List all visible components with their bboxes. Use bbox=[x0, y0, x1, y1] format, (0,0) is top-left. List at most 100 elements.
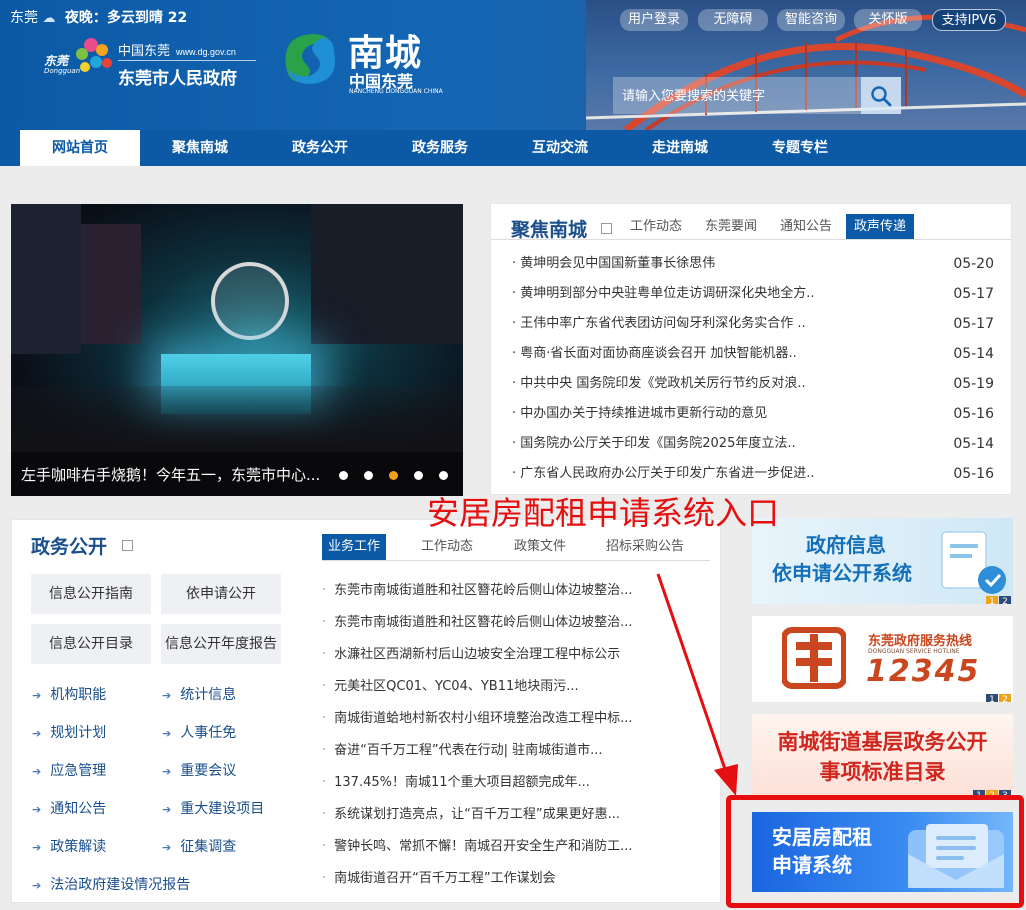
arrow-icon: ➔ bbox=[162, 841, 172, 854]
nav-interaction[interactable]: 互动交流 bbox=[500, 130, 620, 166]
hotline-title: 东莞政府服务热线 bbox=[868, 634, 973, 649]
site-header: 东莞 ☁ 夜晚：多云到晴 22 用户登录 无障碍 智能咨询 关怀版 支持IPV6… bbox=[0, 0, 1026, 130]
news-row[interactable]: · 黄坤明会见中国国新董事长徐思伟 05-20 bbox=[512, 253, 994, 275]
list-item[interactable]: · 水濂社区西湖新村后山边坡安全治理工程中标公示 bbox=[322, 644, 672, 666]
slider-caption[interactable]: 左手咖啡右手烧鹅！今年五一，东莞市中心... bbox=[21, 464, 341, 485]
tab-notices[interactable]: 通知公告 bbox=[780, 214, 832, 239]
search-button[interactable] bbox=[861, 77, 901, 114]
btn-disclosure-catalog[interactable]: 信息公开目录 bbox=[31, 624, 151, 664]
nav-special-topics[interactable]: 专题专栏 bbox=[740, 130, 860, 166]
dongguan-gov-logo[interactable]: 东莞 Dongguan 中国东莞 www.dg.gov.cn 东莞市人民政府 bbox=[44, 38, 259, 89]
annotation-arrow-icon bbox=[656, 573, 738, 796]
link-org-functions[interactable]: ➔ 机构职能 bbox=[32, 684, 106, 704]
nav-gov-services[interactable]: 政务服务 bbox=[380, 130, 500, 166]
tab-work-dynamics[interactable]: 工作动态 bbox=[630, 214, 682, 239]
slider-dot[interactable] bbox=[339, 471, 348, 480]
nancheng-logo[interactable]: 南城 中国东莞 NANCHENG DONGGUAN CHINA bbox=[276, 24, 446, 96]
slider-dot[interactable] bbox=[414, 471, 423, 480]
list-item[interactable]: · 东莞市南城街道胜和社区簪花岭后侧山体边坡整治... bbox=[322, 612, 672, 634]
tab-work-dynamics[interactable]: 工作动态 bbox=[421, 534, 473, 560]
ipv6-badge: 支持IPV6 bbox=[932, 9, 1006, 31]
tab-policy-docs[interactable]: 政策文件 bbox=[514, 534, 566, 560]
annotation-highlight-box bbox=[726, 795, 1024, 908]
search-icon bbox=[871, 85, 892, 106]
news-slider[interactable]: 左手咖啡右手烧鹅！今年五一，东莞市中心... bbox=[11, 204, 463, 496]
accessibility-link[interactable]: 无障碍 bbox=[698, 9, 768, 31]
banner-12345-hotline[interactable]: 东莞政府服务热线 DONGGUAN SERVICE HOTLINE 12345 … bbox=[752, 616, 1013, 702]
tab-business-work[interactable]: 业务工作 bbox=[322, 534, 387, 560]
news-row[interactable]: · 中共中央 国务院印发《党政机关厉行节约反对浪.. 05-19 bbox=[512, 373, 994, 395]
link-statistics[interactable]: ➔ 统计信息 bbox=[162, 684, 236, 704]
banner-info-disclosure-system[interactable]: 政府信息 依申请公开系统 12 bbox=[752, 518, 1013, 604]
hotline-number: 12345 bbox=[866, 654, 981, 689]
btn-disclosure-guide[interactable]: 信息公开指南 bbox=[31, 574, 151, 614]
tab-procurement[interactable]: 招标采购公告 bbox=[606, 534, 684, 560]
list-item[interactable]: · 警钟长鸣、常抓不懈！南城召开安全生产和消防工... bbox=[322, 836, 672, 858]
link-plans[interactable]: ➔ 规划计划 bbox=[32, 722, 106, 742]
more-icon[interactable] bbox=[122, 540, 133, 551]
nav-home[interactable]: 网站首页 bbox=[20, 130, 140, 166]
nav-about-nancheng[interactable]: 走进南城 bbox=[620, 130, 740, 166]
tab-dongguan-news[interactable]: 东莞要闻 bbox=[705, 214, 757, 239]
list-item[interactable]: · 137.45%！南城11个重大项目超额完成年... bbox=[322, 772, 672, 794]
slider-dot[interactable] bbox=[439, 471, 448, 480]
top-links: 用户登录 无障碍 智能咨询 关怀版 支持IPV6 bbox=[0, 9, 1026, 31]
list-item[interactable]: · 东莞市南城街道胜和社区簪花岭后侧山体边坡整治... bbox=[322, 580, 672, 602]
news-row[interactable]: · 粤商·省长面对面协商座谈会召开 加快智能机器.. 05-14 bbox=[512, 343, 994, 365]
tab-policy-voice[interactable]: 政声传递 bbox=[846, 214, 915, 239]
login-link[interactable]: 用户登录 bbox=[620, 9, 688, 31]
banner-standard-catalog[interactable]: 南城街道基层政务公开 事项标准目录 123 bbox=[752, 714, 1013, 798]
annotation-label: 安居房配租申请系统入口 bbox=[427, 494, 780, 532]
tab-divider bbox=[491, 239, 1011, 240]
banner3-text: 南城街道基层政务公开 事项标准目录 bbox=[777, 730, 988, 784]
banner-pager[interactable]: 12 bbox=[985, 687, 1011, 702]
news-row[interactable]: · 广东省人民政府办公厅关于印发广东省进一步促进.. 05-16 bbox=[512, 463, 994, 485]
list-item[interactable]: · 南城街道召开“百千万工程”工作谋划会 bbox=[322, 868, 672, 890]
arrow-icon: ➔ bbox=[32, 689, 42, 702]
gov-public-panel: 政务公开 信息公开指南 依申请公开 信息公开目录 信息公开年度报告 ➔ 机构职能 … bbox=[11, 519, 721, 903]
arrow-icon: ➔ bbox=[162, 803, 172, 816]
logo-divider bbox=[118, 60, 256, 61]
search-box bbox=[613, 77, 901, 114]
link-emergency[interactable]: ➔ 应急管理 bbox=[32, 760, 106, 780]
news-row[interactable]: · 中办国办关于持续推进城市更新行动的意见 05-16 bbox=[512, 403, 994, 425]
banner1-text: 政府信息 依申请公开系统 bbox=[772, 533, 912, 585]
news-row[interactable]: · 王伟中率广东省代表团访问匈牙利深化务实合作 .. 05-17 bbox=[512, 313, 994, 335]
list-item[interactable]: · 奋进“百千万工程”代表在行动| 驻南城街道市... bbox=[322, 740, 672, 762]
banner-pager[interactable]: 12 bbox=[985, 589, 1011, 604]
dongguan-cn-label: 中国东莞 www.dg.gov.cn bbox=[118, 44, 236, 59]
news-row[interactable]: · 黄坤明到部分中央驻粤单位走访调研深化央地全方.. 05-17 bbox=[512, 283, 994, 305]
news-row[interactable]: · 国务院办公厅关于印发《国务院2025年度立法.. 05-14 bbox=[512, 433, 994, 455]
list-item[interactable]: · 元美社区QC01、YC04、YB11地块雨污... bbox=[322, 676, 672, 698]
btn-apply-disclosure[interactable]: 依申请公开 bbox=[161, 574, 281, 614]
more-icon[interactable] bbox=[601, 223, 612, 234]
slider-dot-active[interactable] bbox=[389, 471, 398, 480]
link-rule-of-law-report[interactable]: ➔ 法治政府建设情况报告 bbox=[32, 874, 190, 894]
arrow-icon: ➔ bbox=[32, 765, 42, 778]
link-policy-interpretation[interactable]: ➔ 政策解读 bbox=[32, 836, 106, 856]
public-title[interactable]: 政务公开 bbox=[31, 532, 107, 559]
search-input[interactable] bbox=[613, 77, 861, 114]
care-version-link[interactable]: 关怀版 bbox=[854, 9, 922, 31]
nav-focus-nancheng[interactable]: 聚焦南城 bbox=[140, 130, 260, 166]
focus-title[interactable]: 聚焦南城 bbox=[511, 215, 587, 242]
arrow-icon: ➔ bbox=[162, 765, 172, 778]
link-major-projects[interactable]: ➔ 重大建设项目 bbox=[162, 798, 264, 818]
gov-name: 东莞市人民政府 bbox=[118, 69, 237, 89]
main-nav: 网站首页 聚焦南城 政务公开 政务服务 互动交流 走进南城 专题专栏 bbox=[0, 130, 1026, 166]
nav-gov-affairs[interactable]: 政务公开 bbox=[260, 130, 380, 166]
arrow-icon: ➔ bbox=[32, 803, 42, 816]
banner-pager[interactable]: 123 bbox=[972, 783, 1011, 798]
slider-dot[interactable] bbox=[364, 471, 373, 480]
link-surveys[interactable]: ➔ 征集调查 bbox=[162, 836, 236, 856]
list-item[interactable]: · 南城街道蛤地村新农村小组环境整治改造工程中标... bbox=[322, 708, 672, 730]
link-meetings[interactable]: ➔ 重要会议 bbox=[162, 760, 236, 780]
link-notices[interactable]: ➔ 通知公告 bbox=[32, 798, 106, 818]
list-item[interactable]: · 系统谋划打造亮点，让“百千万工程”成果更好惠... bbox=[322, 804, 672, 826]
link-appointments[interactable]: ➔ 人事任免 bbox=[162, 722, 236, 742]
btn-annual-report[interactable]: 信息公开年度报告 bbox=[161, 624, 281, 664]
smart-consult-link[interactable]: 智能咨询 bbox=[777, 9, 845, 31]
arrow-icon: ➔ bbox=[32, 841, 42, 854]
stage-ring-decoration bbox=[211, 262, 289, 340]
nancheng-english: NANCHENG DONGGUAN CHINA bbox=[349, 88, 443, 95]
